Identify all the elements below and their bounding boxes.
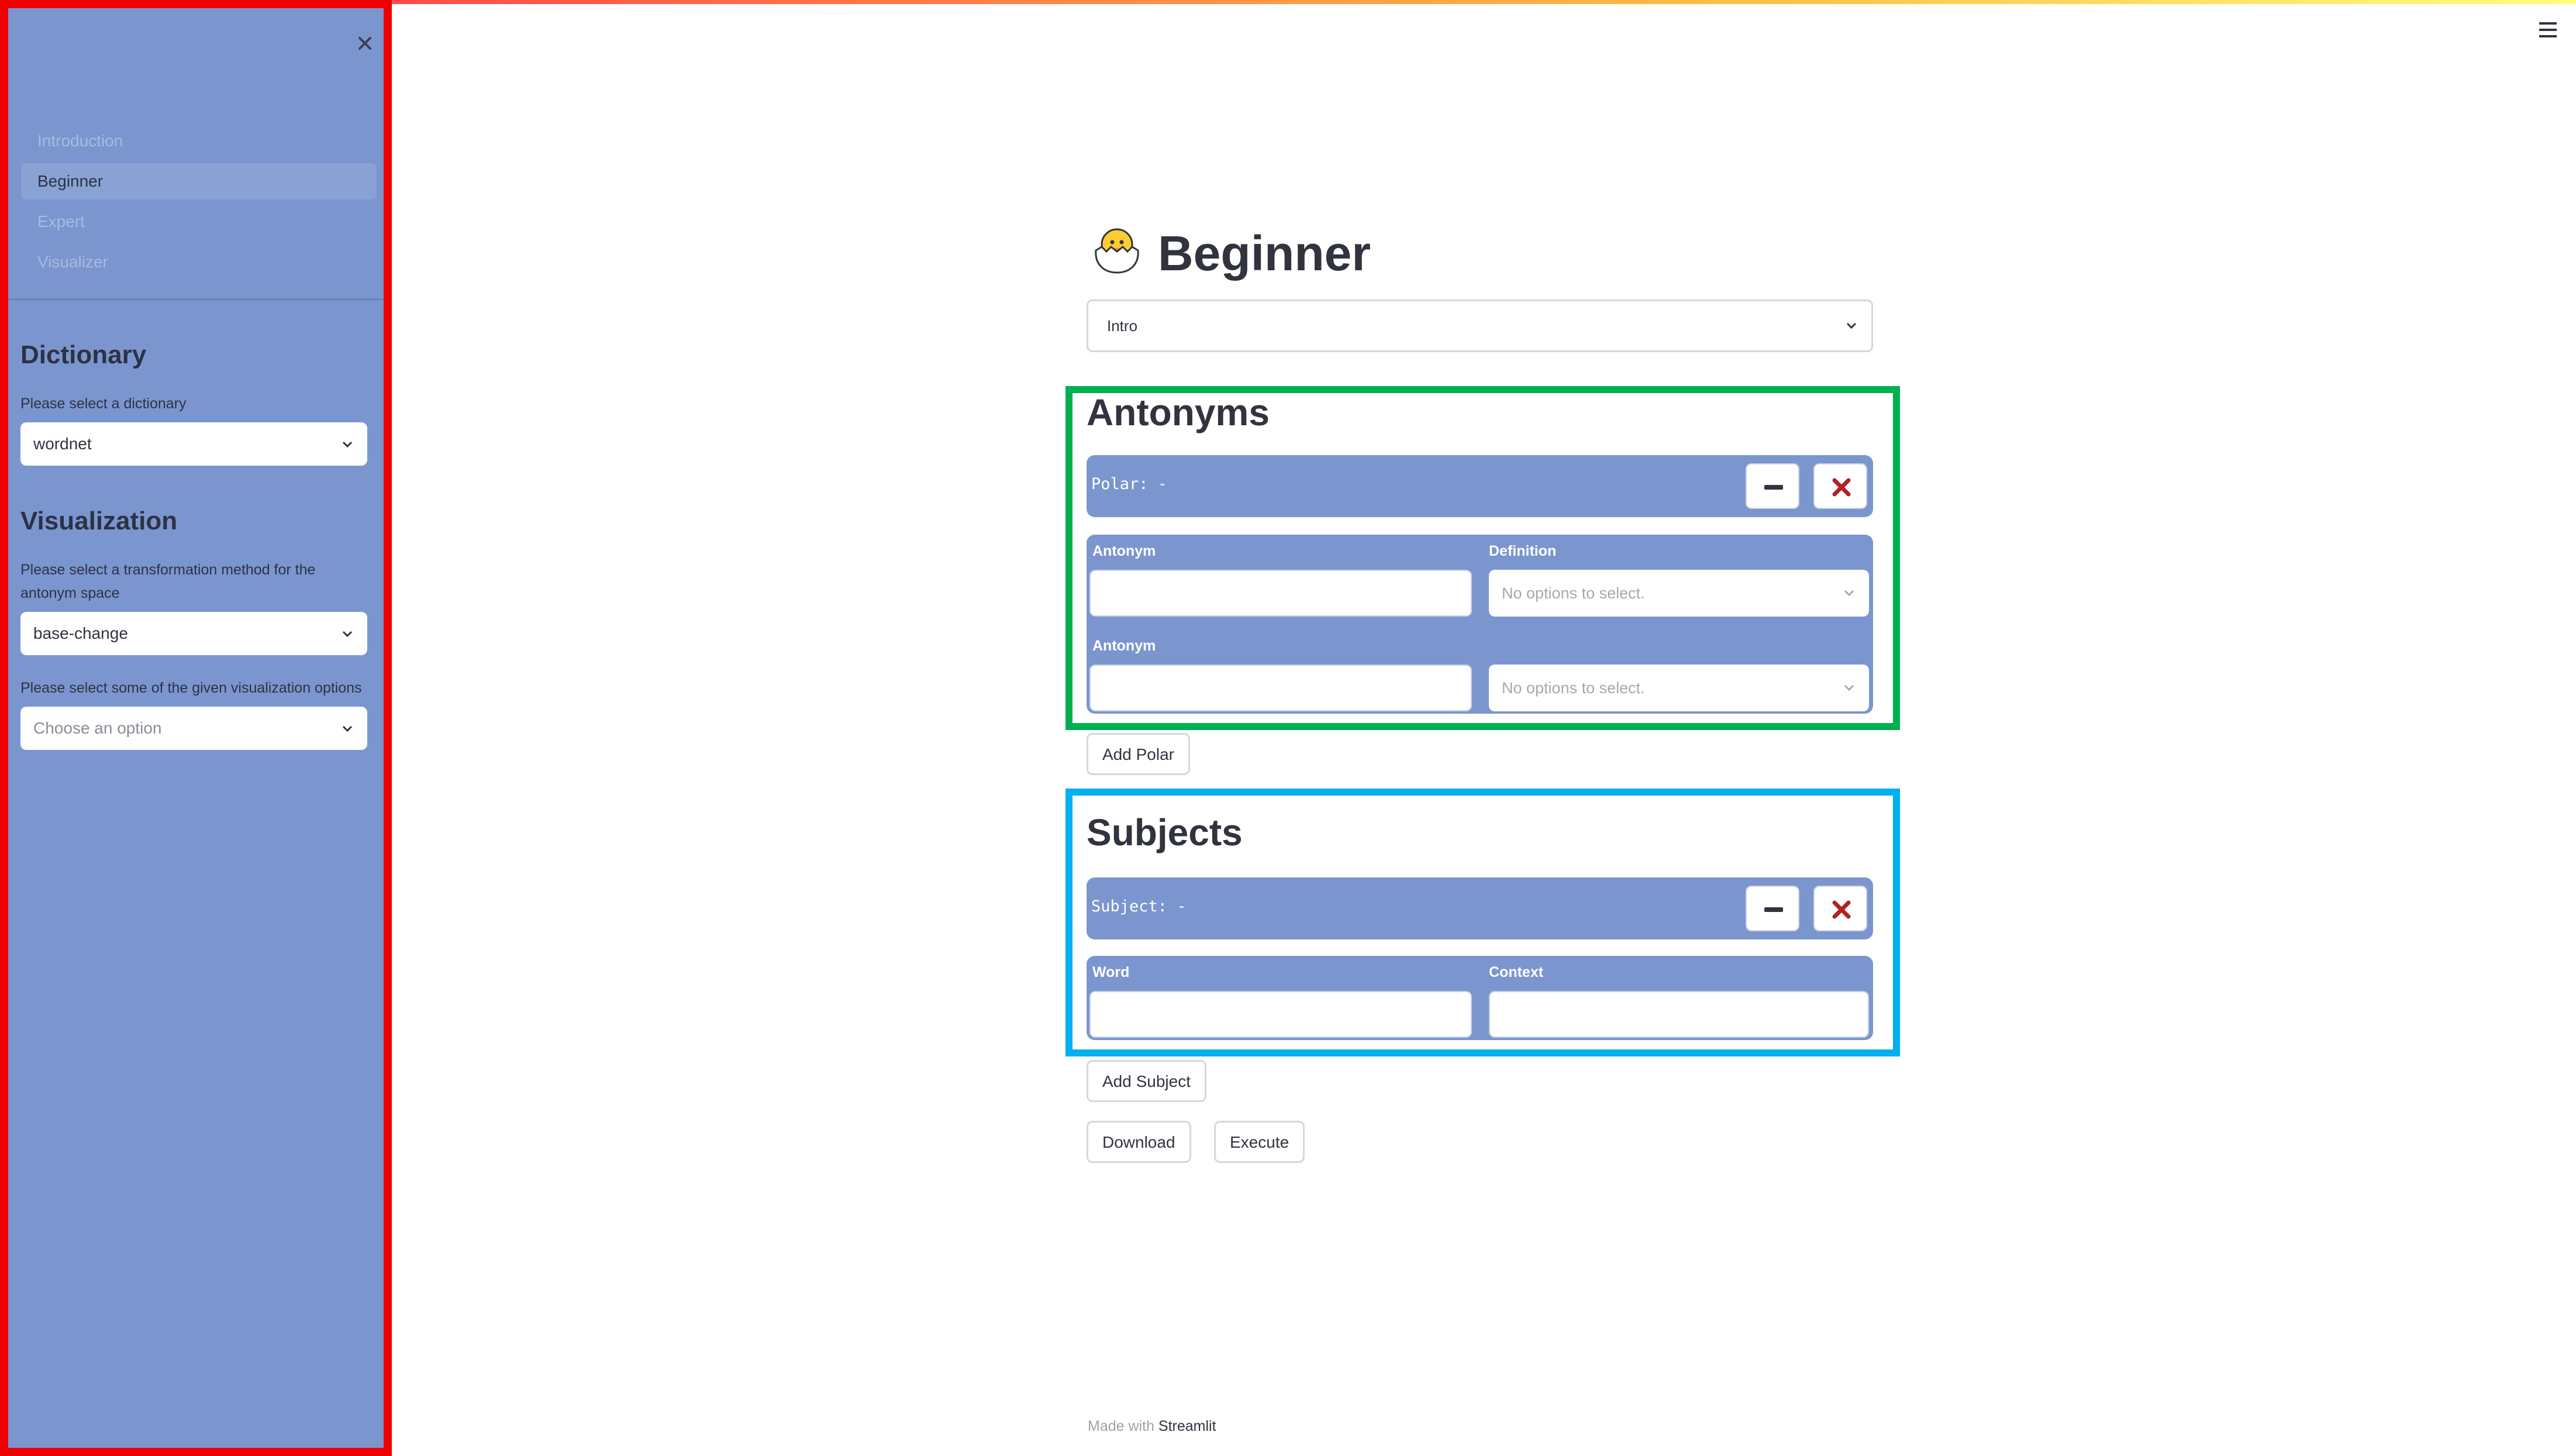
- dictionary-label: Please select a dictionary: [20, 395, 187, 412]
- antonym-input-2[interactable]: [1089, 665, 1472, 711]
- definition-select-1[interactable]: No options to select.: [1489, 570, 1869, 617]
- chevron-down-icon: [342, 441, 353, 448]
- polar-label: Polar: -: [1091, 475, 1168, 493]
- remove-polar-button[interactable]: [1813, 463, 1867, 509]
- visualization-options-label: Please select some of the given visualiz…: [20, 680, 362, 696]
- section-select-value: Intro: [1107, 317, 1138, 335]
- antonym-label-1: Antonym: [1092, 543, 1156, 559]
- footer: Made with Streamlit: [1088, 1418, 1216, 1435]
- antonym-form: Antonym Definition No options to select.…: [1087, 535, 1873, 714]
- subjects-heading: Subjects: [1087, 811, 1243, 853]
- transformation-method-select[interactable]: base-change: [20, 612, 367, 655]
- main-menu-icon[interactable]: [2538, 21, 2558, 39]
- dictionary-select-value: wordnet: [33, 435, 92, 453]
- nav-item-introduction[interactable]: Introduction: [21, 123, 377, 159]
- word-label: Word: [1092, 964, 1130, 980]
- antonyms-heading: Antonyms: [1087, 391, 1270, 433]
- visualization-heading: Visualization: [20, 507, 178, 535]
- chevron-down-icon: [1846, 322, 1857, 329]
- collapse-polar-button[interactable]: [1746, 463, 1799, 509]
- definition-select-2-placeholder: No options to select.: [1502, 679, 1645, 697]
- page-title: Beginner: [1158, 226, 1371, 281]
- nav-item-expert[interactable]: Expert: [21, 204, 377, 240]
- minus-icon: [1764, 485, 1783, 490]
- close-icon: [1832, 900, 1851, 919]
- transformation-method-label: Please select a transformation method fo…: [20, 562, 316, 601]
- minus-icon: [1764, 907, 1783, 912]
- remove-subject-button[interactable]: [1813, 886, 1867, 931]
- nav-item-visualizer[interactable]: Visualizer: [21, 244, 377, 280]
- close-sidebar-icon[interactable]: [347, 26, 382, 61]
- dictionary-heading: Dictionary: [20, 340, 147, 369]
- sidebar-divider: [8, 298, 384, 300]
- chevron-down-icon: [1844, 590, 1854, 597]
- chevron-down-icon: [1844, 684, 1854, 691]
- antonym-label-2: Antonym: [1092, 638, 1156, 654]
- chevron-down-icon: [342, 725, 353, 732]
- chevron-down-icon: [342, 631, 353, 638]
- collapse-subject-button[interactable]: [1746, 886, 1799, 931]
- visualization-options-multiselect[interactable]: Choose an option: [20, 707, 367, 750]
- sidebar: Introduction Beginner Expert Visualizer …: [0, 0, 392, 1456]
- streamlit-link[interactable]: Streamlit: [1158, 1418, 1216, 1434]
- dictionary-select[interactable]: wordnet: [20, 422, 367, 466]
- close-icon: [1832, 478, 1851, 497]
- subject-form: Word Context: [1087, 956, 1873, 1040]
- footer-prefix: Made with: [1088, 1418, 1154, 1434]
- definition-select-2[interactable]: No options to select.: [1489, 665, 1869, 711]
- definition-select-1-placeholder: No options to select.: [1502, 584, 1645, 602]
- antonym-input-1[interactable]: [1089, 570, 1472, 617]
- word-input[interactable]: [1089, 991, 1472, 1038]
- subject-label: Subject: -: [1091, 897, 1187, 915]
- subject-header: Subject: -: [1087, 877, 1873, 939]
- section-select[interactable]: Intro: [1087, 300, 1873, 352]
- nav-item-beginner[interactable]: Beginner: [21, 163, 377, 199]
- definition-label: Definition: [1489, 543, 1557, 559]
- visualization-options-placeholder: Choose an option: [33, 719, 162, 737]
- hatching-chick-icon: [1090, 221, 1144, 275]
- add-subject-button[interactable]: Add Subject: [1087, 1060, 1206, 1102]
- add-polar-button[interactable]: Add Polar: [1087, 733, 1190, 775]
- context-input[interactable]: [1489, 991, 1869, 1038]
- top-accent-line: [392, 0, 2576, 4]
- execute-button[interactable]: Execute: [1214, 1121, 1305, 1163]
- polar-header: Polar: -: [1087, 455, 1873, 517]
- page-nav: Introduction Beginner Expert Visualizer: [21, 123, 377, 284]
- context-label: Context: [1489, 964, 1544, 980]
- transformation-method-value: base-change: [33, 624, 128, 642]
- download-button[interactable]: Download: [1087, 1121, 1191, 1163]
